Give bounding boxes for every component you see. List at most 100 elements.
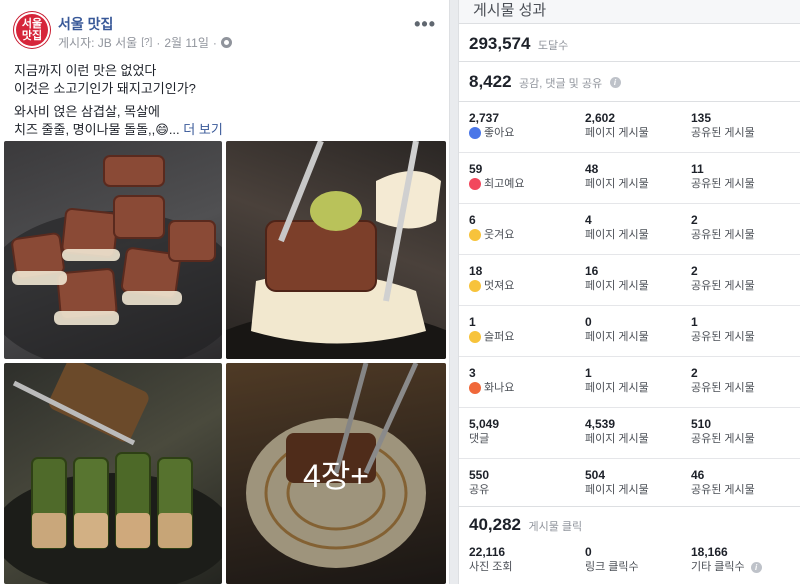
reaction-label: 슬퍼요 xyxy=(484,331,515,343)
reach-label: 도달수 xyxy=(537,40,569,52)
total-cell: 1 슬퍼요 xyxy=(469,315,569,345)
other-clicks-cell: 18,166 기타 클릭수 i xyxy=(691,545,791,575)
total-value: 6 xyxy=(469,213,476,227)
tongs-meat-photo xyxy=(226,141,446,359)
grilled-meat-photo xyxy=(4,155,222,359)
photo-1[interactable] xyxy=(4,141,222,359)
total-value: 550 xyxy=(469,468,490,482)
total-cell: 59 최고예요 xyxy=(469,162,569,192)
on-shares-value: 11 xyxy=(691,162,704,176)
comments-row: 5,049 댓글 4,539 페이지 게시물 510 공유된 게시물 xyxy=(459,408,800,459)
photo-3[interactable] xyxy=(4,363,222,584)
on-post-value: 16 xyxy=(585,264,599,278)
page-name-link[interactable]: 서울 맛집 xyxy=(58,14,113,34)
total-cell: 550 공유 xyxy=(469,468,569,498)
posted-by: 게시자: JB 서울 xyxy=(58,36,138,50)
total-value: 18 xyxy=(469,264,483,278)
globe-icon[interactable] xyxy=(220,37,232,48)
angry-icon xyxy=(469,382,481,394)
on-post-label: 페이지 게시물 xyxy=(585,229,649,241)
photo-views-cell: 22,116 사진 조회 xyxy=(469,545,569,575)
engagement-value: 8,422 xyxy=(469,72,512,91)
on-shares-cell: 11 공유된 게시물 xyxy=(691,162,791,192)
on-shares-cell: 46 공유된 게시물 xyxy=(691,468,791,498)
on-shares-cell: 135 공유된 게시물 xyxy=(691,111,791,141)
info-icon[interactable]: i xyxy=(750,561,762,573)
on-shares-label: 공유된 게시물 xyxy=(691,229,755,241)
reach-value: 293,574 xyxy=(469,34,531,53)
photo-grid: 4장+ xyxy=(4,141,446,584)
on-shares-value: 46 xyxy=(691,468,705,482)
reaction-label: 좋아요 xyxy=(484,127,515,139)
on-shares-cell: 510 공유된 게시물 xyxy=(691,417,791,447)
love-icon xyxy=(469,178,481,190)
total-cell: 2,737 좋아요 xyxy=(469,111,569,141)
other-clicks-label: 기타 클릭수 xyxy=(691,561,745,573)
more-photos-overlay[interactable]: 4장+ xyxy=(226,363,446,584)
reaction-label: 화나요 xyxy=(484,382,515,394)
post-clicks-section: 40,282 게시물 클릭 22,116 사진 조회 0 링크 클릭수 18,1… xyxy=(459,507,800,584)
on-shares-cell: 2 공유된 게시물 xyxy=(691,213,791,243)
total-value: 2,737 xyxy=(469,111,500,125)
see-more-link[interactable]: 더 보기 xyxy=(183,122,223,137)
wow-icon xyxy=(469,280,481,292)
on-shares-cell: 2 공유된 게시물 xyxy=(691,366,791,396)
meta-separator: · xyxy=(156,35,161,50)
post-clicks-summary: 40,282 게시물 클릭 xyxy=(469,515,582,535)
post-header: 서울 맛집 서울 맛집 게시자: JB 서울 [?] · 2월 11일 · ••… xyxy=(0,0,449,58)
on-post-cell: 48 페이지 게시물 xyxy=(585,162,685,192)
photo-2[interactable] xyxy=(226,141,446,359)
link-clicks-value: 0 xyxy=(585,545,592,559)
post-text-line: 와사비 얹은 삼겹살, 목살에 xyxy=(14,104,161,119)
post-text-line: 치즈 줄줄, 명이나물 돌돌,,😄... xyxy=(14,122,180,137)
on-shares-value: 2 xyxy=(691,366,698,380)
reaction-row-sad: 1 슬퍼요 0 페이지 게시물 1 공유된 게시물 xyxy=(459,306,800,357)
help-mark[interactable]: [?] xyxy=(141,37,152,48)
reaction-row-angry: 3 화나요 1 페이지 게시물 2 공유된 게시물 xyxy=(459,357,800,408)
on-post-label: 페이지 게시물 xyxy=(585,484,649,496)
post-date-link[interactable]: 2월 11일 xyxy=(164,34,209,51)
on-post-cell: 0 페이지 게시물 xyxy=(585,315,685,345)
post-text-line: 지금까지 이런 맛은 없었다 xyxy=(14,63,157,78)
on-shares-label: 공유된 게시물 xyxy=(691,127,755,139)
link-clicks-cell: 0 링크 클릭수 xyxy=(585,545,685,575)
like-icon xyxy=(469,127,481,139)
on-shares-value: 1 xyxy=(691,315,698,329)
screen: 서울 맛집 서울 맛집 게시자: JB 서울 [?] · 2월 11일 · ••… xyxy=(0,0,800,584)
reaction-label: 최고예요 xyxy=(484,178,525,190)
on-post-cell: 16 페이지 게시물 xyxy=(585,264,685,294)
reaction-row-wow: 18 멋져요 16 페이지 게시물 2 공유된 게시물 xyxy=(459,255,800,306)
on-shares-cell: 1 공유된 게시물 xyxy=(691,315,791,345)
avatar-text-bottom: 맛집 xyxy=(21,30,43,42)
post-text-line: 이것은 소고기인가 돼지고기인가? xyxy=(14,81,196,96)
post-insights-panel: 게시물 성과 293,574 도달수 8,422 공감, 댓글 및 공유 i 2… xyxy=(458,0,800,584)
engagement-row: 8,422 공감, 댓글 및 공유 i xyxy=(459,62,800,102)
total-value: 1 xyxy=(469,315,476,329)
on-post-cell: 1 페이지 게시물 xyxy=(585,366,685,396)
total-value: 5,049 xyxy=(469,417,500,431)
photo-4[interactable]: 4장+ xyxy=(226,363,446,584)
avatar[interactable]: 서울 맛집 xyxy=(14,12,50,48)
on-shares-label: 공유된 게시물 xyxy=(691,484,755,496)
on-post-cell: 4 페이지 게시물 xyxy=(585,213,685,243)
photo-views-label: 사진 조회 xyxy=(469,561,513,573)
insights-title: 게시물 성과 xyxy=(459,0,800,24)
total-value: 3 xyxy=(469,366,476,380)
on-post-label: 페이지 게시물 xyxy=(585,331,649,343)
photo-views-value: 22,116 xyxy=(469,545,506,559)
reaction-label: 웃겨요 xyxy=(484,229,515,241)
post-text: 지금까지 이런 맛은 없었다 이것은 소고기인가 돼지고기인가? 와사비 얹은 … xyxy=(14,62,434,144)
sad-icon xyxy=(469,331,481,343)
total-cell: 6 웃겨요 xyxy=(469,213,569,243)
more-options-button[interactable]: ••• xyxy=(414,14,436,35)
on-shares-label: 공유된 게시물 xyxy=(691,280,755,292)
on-shares-value: 510 xyxy=(691,417,712,431)
post-meta: 게시자: JB 서울 [?] · 2월 11일 · xyxy=(58,34,232,51)
post-clicks-label: 게시물 클릭 xyxy=(528,521,583,533)
reaction-row-haha: 6 웃겨요 4 페이지 게시물 2 공유된 게시물 xyxy=(459,204,800,255)
on-post-label: 페이지 게시물 xyxy=(585,280,649,292)
info-icon[interactable]: i xyxy=(609,77,621,89)
shares-row: 550 공유 504 페이지 게시물 46 공유된 게시물 xyxy=(459,459,800,507)
shares-label: 공유 xyxy=(469,484,490,496)
other-clicks-value: 18,166 xyxy=(691,545,728,559)
